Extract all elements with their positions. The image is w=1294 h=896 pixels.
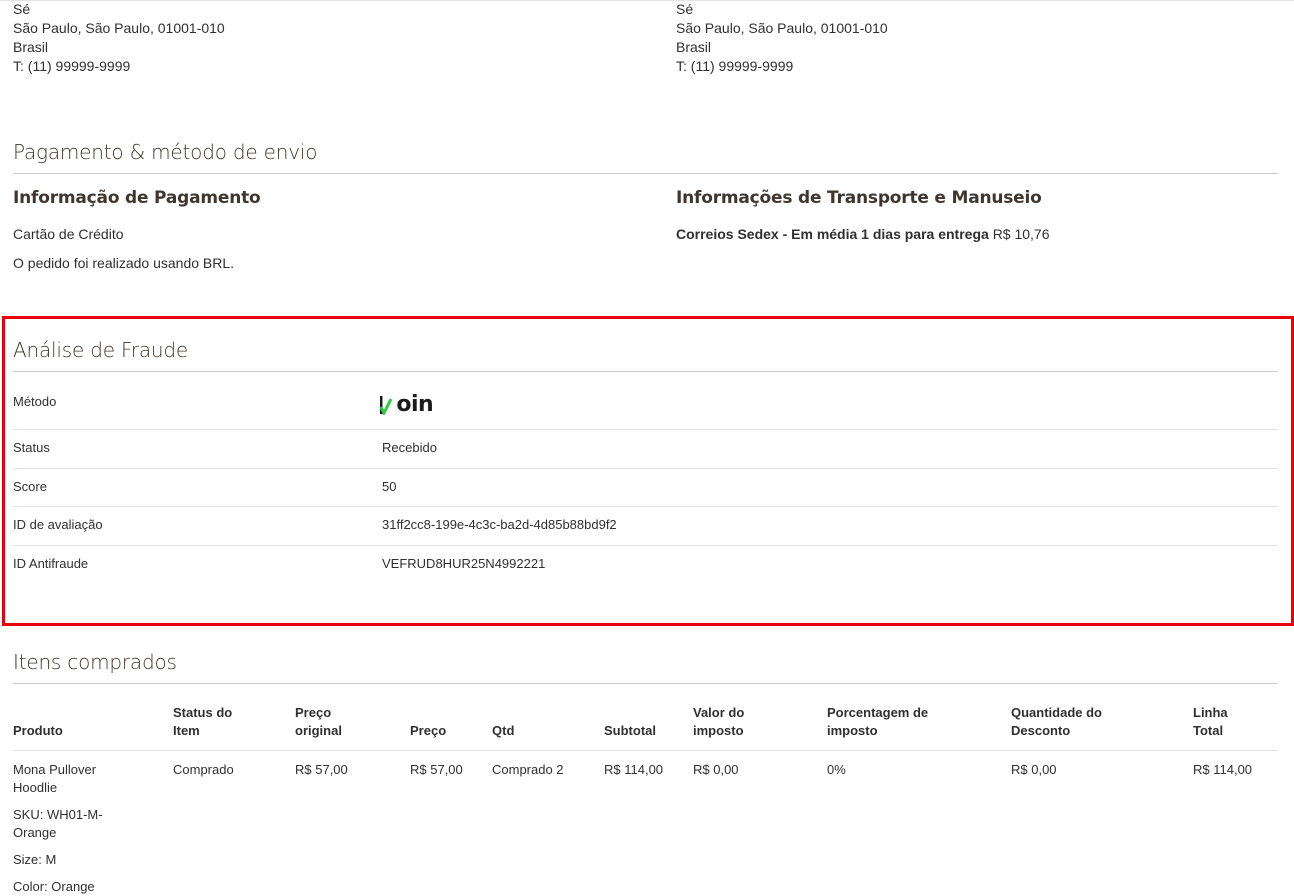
- address-line: Brasil: [13, 38, 225, 57]
- address-phone: T: (11) 99999-9999: [13, 57, 225, 76]
- koin-logo-text: oin: [396, 392, 433, 417]
- fraud-value: VEFRUD8HUR25N4992221: [382, 556, 545, 571]
- col-product: Produto: [13, 700, 173, 751]
- fraud-row-divider: [13, 506, 1278, 507]
- shipping-address: Sé São Paulo, São Paulo, 01001-010 Brasi…: [676, 0, 888, 76]
- address-line: São Paulo, São Paulo, 01001-010: [676, 19, 888, 38]
- fraud-row-divider: [13, 545, 1278, 546]
- col-discount: Quantidade doDesconto: [1011, 700, 1193, 751]
- shipping-method-line: Correios Sedex - Em média 1 dias para en…: [676, 226, 1050, 242]
- payment-shipping-section-title: Pagamento & método de envio: [13, 140, 1278, 174]
- address-line: Sé: [13, 0, 225, 19]
- product-cell: Mona PulloverHoodlie SKU: WH01-M-Orange …: [13, 751, 173, 896]
- col-row-total: LinhaTotal: [1193, 700, 1278, 751]
- price: R$ 57,00: [410, 751, 492, 896]
- koin-check-icon: [380, 395, 392, 415]
- tax-percent: 0%: [827, 751, 1011, 896]
- fraud-label: Status: [13, 440, 50, 455]
- col-item-status: Status doItem: [173, 700, 295, 751]
- fraud-label: Score: [13, 479, 47, 494]
- billing-address: Sé São Paulo, São Paulo, 01001-010 Brasi…: [13, 0, 225, 76]
- col-original-price: Preçooriginal: [295, 700, 410, 751]
- shipping-price: R$ 10,76: [993, 226, 1050, 242]
- fraud-label: ID de avaliação: [13, 517, 103, 532]
- fraud-row-score: Score 50: [13, 479, 1278, 517]
- subtotal: R$ 114,00: [604, 751, 693, 896]
- payment-method: Cartão de Crédito: [13, 226, 124, 242]
- table-row: Mona PulloverHoodlie SKU: WH01-M-Orange …: [13, 751, 1278, 896]
- address-line: São Paulo, São Paulo, 01001-010: [13, 19, 225, 38]
- discount-amount: R$ 0,00: [1011, 751, 1193, 896]
- fraud-label: Método: [13, 394, 56, 409]
- items-section-title: Itens comprados: [13, 650, 1278, 684]
- col-tax-amount: Valor doimposto: [693, 700, 827, 751]
- fraud-row-method: Método: [13, 394, 1278, 432]
- product-sku: SKU: WH01-M-Orange: [13, 806, 173, 842]
- address-phone: T: (11) 99999-9999: [676, 57, 888, 76]
- address-line: Sé: [676, 0, 888, 19]
- currency-note: O pedido foi realizado usando BRL.: [13, 255, 234, 271]
- koin-logo: oin: [382, 392, 433, 417]
- shipping-info-title: Informações de Transporte e Manuseio: [676, 188, 1042, 208]
- col-tax-percent: Porcentagem deimposto: [827, 700, 1011, 751]
- col-subtotal: Subtotal: [604, 700, 693, 751]
- fraud-row-divider: [13, 429, 1278, 430]
- shipping-method: Correios Sedex - Em média 1 dias para en…: [676, 226, 989, 242]
- fraud-value: Recebido: [382, 440, 437, 455]
- product-size: Size: M: [13, 851, 173, 869]
- fraud-row-evaluation-id: ID de avaliação 31ff2cc8-199e-4c3c-ba2d-…: [13, 517, 1278, 555]
- original-price: R$ 57,00: [295, 751, 410, 896]
- payment-info-title: Informação de Pagamento: [13, 188, 261, 208]
- items-table: Produto Status doItem Preçooriginal Preç…: [13, 700, 1278, 896]
- row-total: R$ 114,00: [1193, 751, 1278, 896]
- address-line: Brasil: [676, 38, 888, 57]
- fraud-row-status: Status Recebido: [13, 440, 1278, 478]
- fraud-value: 50: [382, 479, 396, 494]
- product-color: Color: Orange: [13, 878, 173, 896]
- product-name: Mona PulloverHoodlie: [13, 761, 173, 797]
- fraud-row-antifraud-id: ID Antifraude VEFRUD8HUR25N4992221: [13, 556, 1278, 594]
- qty: Comprado 2: [492, 751, 604, 896]
- fraud-value: 31ff2cc8-199e-4c3c-ba2d-4d85b88bd9f2: [382, 517, 617, 532]
- item-status: Comprado: [173, 751, 295, 896]
- fraud-section-title: Análise de Fraude: [13, 338, 1278, 372]
- items-table-header: Produto Status doItem Preçooriginal Preç…: [13, 700, 1278, 751]
- tax-amount: R$ 0,00: [693, 751, 827, 896]
- fraud-label: ID Antifraude: [13, 556, 88, 571]
- fraud-row-divider: [13, 468, 1278, 469]
- col-price: Preço: [410, 700, 492, 751]
- koin-logo-k: [382, 392, 396, 417]
- col-qty: Qtd: [492, 700, 604, 751]
